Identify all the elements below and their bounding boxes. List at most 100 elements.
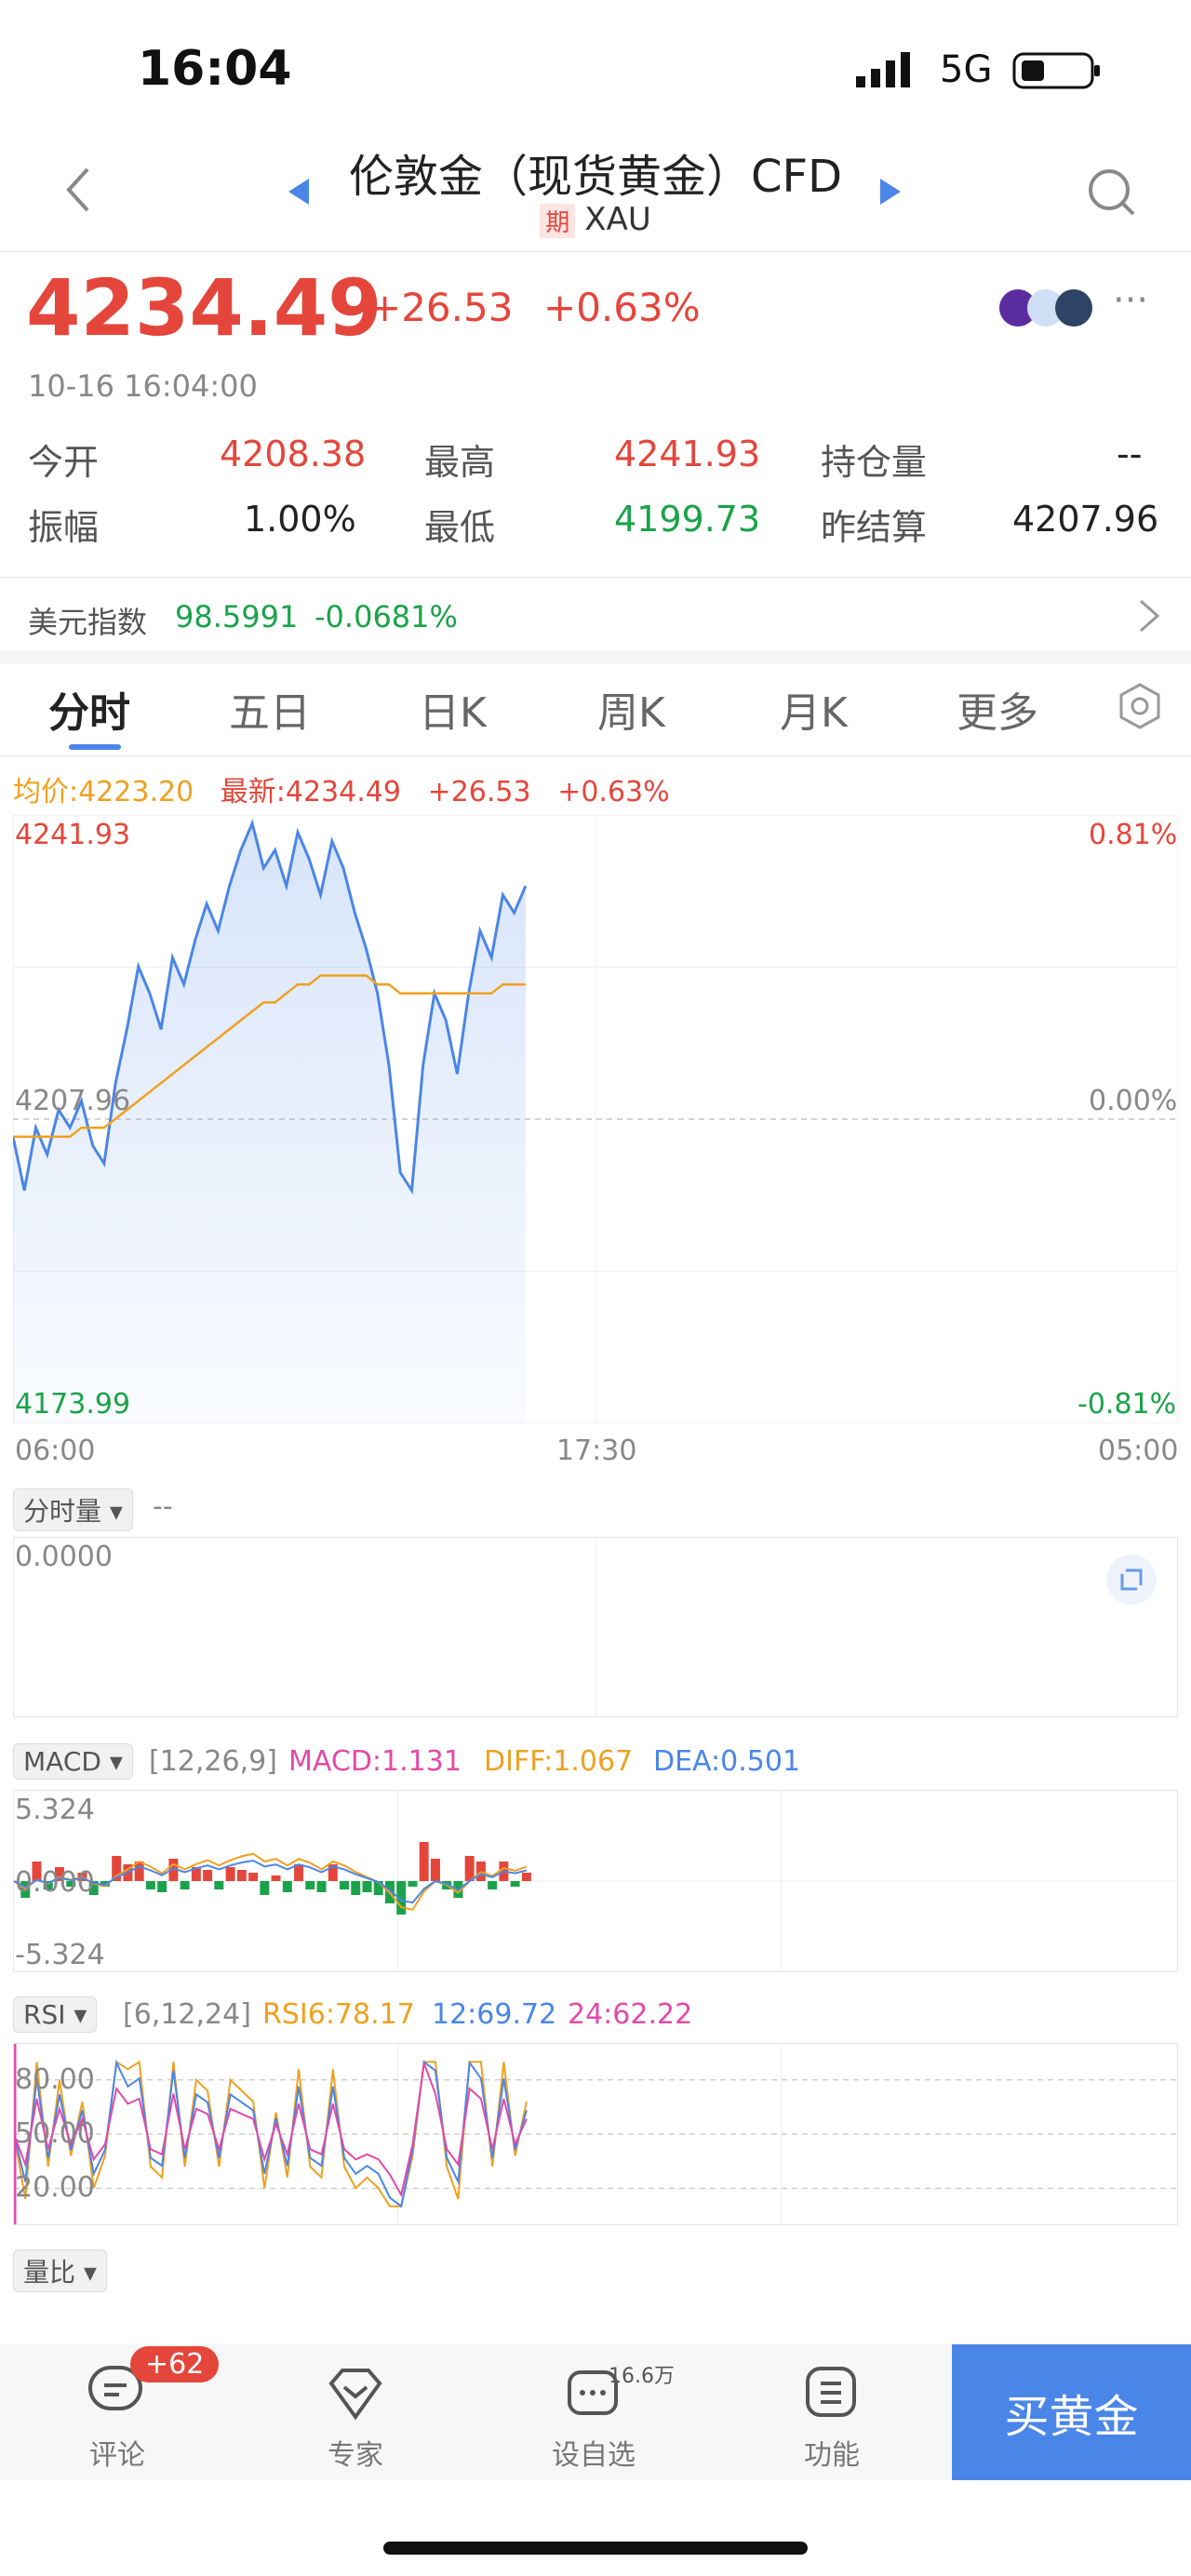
- chevron-right-icon: [1135, 595, 1163, 640]
- x-tick-end: 05:00: [1098, 1435, 1179, 1467]
- amp-label: 振幅: [28, 507, 100, 548]
- macd-bar: [305, 1881, 315, 1889]
- avg-price: 均价:4223.20: [13, 776, 194, 808]
- symbol-code: XAU: [584, 201, 651, 238]
- price-change: +26.53: [368, 285, 514, 330]
- tab-monthly-k[interactable]: 月K: [780, 679, 848, 739]
- macd-bar: [260, 1881, 270, 1895]
- low-label: 最低: [424, 507, 496, 548]
- macd-label: MACD: [23, 1746, 101, 1777]
- futures-badge: 期: [540, 204, 576, 238]
- signal-icon: [856, 50, 921, 91]
- comment-badge: +62: [130, 2346, 220, 2382]
- macd-bar: [419, 1842, 429, 1881]
- macd-bar: [340, 1881, 349, 1889]
- function-button[interactable]: 功能: [757, 2359, 906, 2472]
- macd-bar: [271, 1875, 281, 1881]
- oi-label: 持仓量: [821, 442, 928, 483]
- macd-panel: [13, 1790, 1178, 1972]
- macd-bar: [282, 1881, 292, 1892]
- rsi-50: 50.00: [15, 2117, 95, 2150]
- ratio-selector[interactable]: 量比 ▾: [13, 2249, 107, 2292]
- dxy-label: 美元指数: [28, 605, 148, 640]
- buy-gold-button[interactable]: 买黄金: [952, 2344, 1191, 2480]
- rsi-selector[interactable]: RSI ▾: [13, 1996, 98, 2033]
- symbol-line: 期 XAU: [0, 201, 1191, 238]
- y-max-label: 4241.93: [15, 819, 131, 851]
- expand-icon[interactable]: [1105, 1554, 1158, 1609]
- chart-header: 均价:4223.20 最新:4234.49 +26.53 +0.63%: [13, 768, 670, 809]
- last-price: 4234.49: [26, 262, 382, 354]
- high-label: 最高: [424, 442, 496, 483]
- battery-icon: [1012, 52, 1102, 93]
- prev-label: 昨结算: [821, 507, 928, 548]
- watchlist-count: 16.6万: [609, 2365, 675, 2388]
- x-tick-start: 06:00: [15, 1435, 96, 1467]
- y-ref-label: 4207.96: [15, 1085, 131, 1117]
- page-title: 伦敦金（现货黄金）CFD: [348, 151, 843, 203]
- macd-bar: [316, 1881, 327, 1892]
- open-value: 4208.38: [220, 434, 367, 474]
- next-arrow-icon[interactable]: [878, 177, 903, 210]
- prev-value: 4207.96: [1012, 499, 1159, 540]
- rsi-label: RSI: [23, 1999, 66, 2030]
- volume-label: 分时量: [23, 1496, 102, 1527]
- open-label: 今开: [28, 442, 100, 483]
- quote-timestamp: 10-16 16:04:00: [28, 368, 258, 404]
- section-gap: [0, 651, 1191, 664]
- price-change-pct: +0.63%: [543, 285, 701, 330]
- rsi-80: 80.00: [15, 2063, 95, 2096]
- more-dots-icon[interactable]: ···: [1113, 279, 1148, 322]
- rsi12-value: 12:69.72: [432, 1998, 557, 2031]
- macd-bar: [236, 1870, 247, 1881]
- dxy-change: -0.0681%: [314, 599, 458, 634]
- macd-bar: [225, 1867, 235, 1881]
- intraday-chart[interactable]: [13, 815, 1178, 1423]
- header-pct: +0.63%: [557, 776, 670, 808]
- macd-bar: [180, 1881, 190, 1889]
- macd-selector[interactable]: MACD ▾: [13, 1743, 133, 1780]
- dxy-value: 98.5991: [175, 599, 299, 634]
- expert-button[interactable]: 专家: [281, 2359, 430, 2472]
- macd-bar: [521, 1873, 531, 1881]
- tab-more[interactable]: 更多: [957, 679, 1038, 739]
- tab-weekly-k[interactable]: 周K: [597, 679, 665, 739]
- tabs-divider: [0, 755, 1191, 756]
- y-ref-pct-label: 0.00%: [1089, 1085, 1178, 1117]
- x-tick-mid: 17:30: [556, 1435, 637, 1467]
- y-min-pct-label: -0.81%: [1077, 1388, 1177, 1421]
- ratio-label: 量比: [23, 2257, 76, 2288]
- rsi-panel: [13, 2043, 1178, 2225]
- macd-bar: [203, 1870, 213, 1881]
- macd-bar: [351, 1881, 361, 1895]
- function-label: 功能: [804, 2439, 860, 2472]
- macd-bar: [145, 1881, 155, 1889]
- status-time: 16:04: [138, 41, 292, 97]
- comment-label: 评论: [89, 2439, 145, 2472]
- tab-daily-k[interactable]: 日K: [419, 679, 487, 739]
- function-icon: [804, 2365, 860, 2424]
- macd-ymid: 0.000: [15, 1866, 95, 1899]
- volume-axis-label: 0.0000: [15, 1541, 113, 1573]
- watchlist-label: 设自选: [552, 2439, 636, 2472]
- macd-diff: DIFF:1.067: [484, 1745, 634, 1778]
- macd-bar: [157, 1881, 167, 1892]
- amp-value: 1.00%: [244, 499, 356, 540]
- macd-bar: [488, 1881, 498, 1889]
- macd-dea: DEA:0.501: [653, 1745, 801, 1778]
- tab-intraday[interactable]: 分时: [48, 679, 130, 739]
- home-indicator: [383, 2542, 808, 2555]
- tab-five-day[interactable]: 五日: [229, 679, 311, 739]
- header-change: +26.53: [427, 776, 531, 808]
- macd-value: MACD:1.131: [288, 1745, 462, 1778]
- search-icon[interactable]: [1087, 167, 1137, 221]
- rsi-20: 20.00: [15, 2171, 95, 2204]
- high-value: 4241.93: [614, 434, 761, 474]
- y-max-pct-label: 0.81%: [1089, 819, 1178, 851]
- diamond-icon: [328, 2365, 383, 2424]
- expert-label: 专家: [328, 2439, 383, 2472]
- settings-icon[interactable]: [1117, 683, 1163, 733]
- dxy-row[interactable]: 美元指数 98.5991 -0.0681%: [0, 579, 1191, 651]
- volume-selector[interactable]: 分时量 ▾: [13, 1488, 133, 1531]
- avatar-group[interactable]: [997, 287, 1102, 333]
